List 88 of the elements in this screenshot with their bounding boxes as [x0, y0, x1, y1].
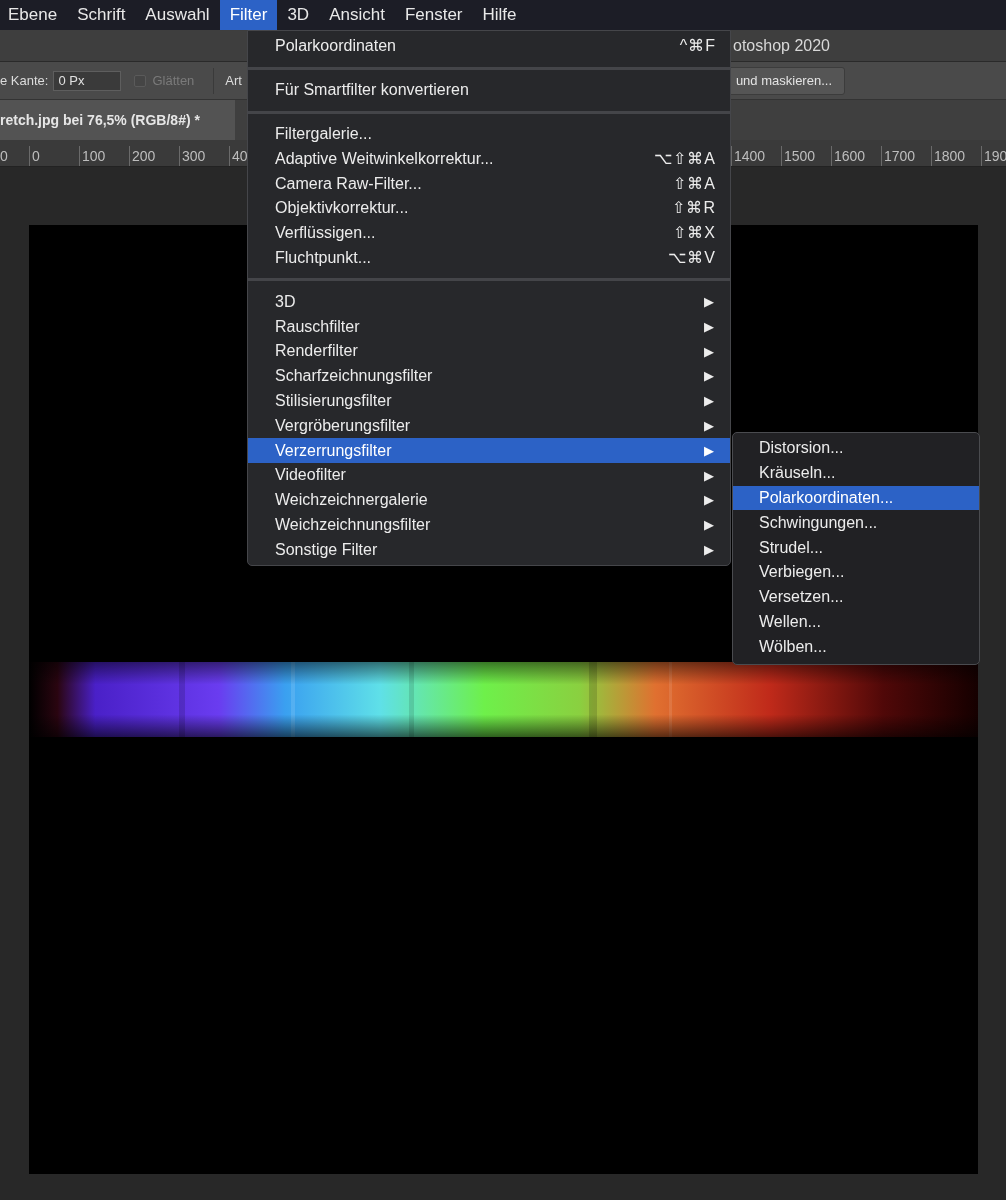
- menu-item[interactable]: Stilisierungsfilter ▶: [248, 388, 730, 414]
- ruler-label: 1800: [934, 148, 966, 164]
- menu-item-label: Camera Raw-Filter...: [275, 173, 423, 194]
- menu-item[interactable]: Rauschfilter ▶: [248, 314, 730, 339]
- menu-item-label: Scharfzeichnungsfilter: [275, 366, 434, 387]
- menu-item-label: Fluchtpunkt...: [275, 247, 373, 268]
- submenu-item[interactable]: Wellen...: [733, 609, 979, 635]
- ruler-label: 0: [0, 148, 8, 164]
- menu-item-label: Vergröberungsfilter: [275, 415, 412, 436]
- submenu-arrow-icon: ▶: [704, 490, 716, 510]
- menu-item-label: Renderfilter: [275, 341, 359, 362]
- menu-item[interactable]: Verzerrungsfilter ▶: [248, 438, 730, 463]
- menu-bar-item[interactable]: Ansicht: [319, 0, 395, 30]
- menu-item[interactable]: Weichzeichnungsfilter ▶: [248, 512, 730, 538]
- menu-item[interactable]: Videofilter ▶: [248, 462, 730, 488]
- menu-item-label: Filtergalerie...: [275, 124, 373, 144]
- menu-item[interactable]: Fluchtpunkt... ⌥⌘V: [248, 245, 730, 271]
- shortcut-label: ⇧⌘A: [673, 173, 716, 194]
- menu-item-label: Adaptive Weitwinkelkorrektur...: [275, 148, 495, 169]
- ruler-label: 1700: [884, 148, 916, 164]
- ruler-label: 40: [232, 148, 248, 164]
- menu-item-label: Für Smartfilter konvertieren: [275, 80, 470, 101]
- submenu-arrow-icon: ▶: [704, 540, 716, 560]
- submenu-item[interactable]: Wölben...: [733, 634, 979, 660]
- field-label: e Kante:: [0, 71, 49, 90]
- submenu-arrow-icon: ▶: [704, 366, 716, 386]
- submenu-item[interactable]: Polarkoordinaten...: [733, 485, 979, 511]
- shortcut-label: ⌥⌘V: [668, 247, 716, 268]
- ruler-label: 200: [132, 148, 156, 164]
- ruler-label: 300: [182, 148, 206, 164]
- menu-bar-item[interactable]: Schrift: [67, 0, 136, 30]
- ruler-label: 100: [82, 148, 106, 164]
- field-label: Art: [225, 71, 242, 90]
- menu-item-label: Verzerrungsfilter: [275, 440, 393, 461]
- menu-item[interactable]: Objektivkorrektur... ⇧⌘R: [248, 196, 730, 221]
- menu-item[interactable]: 3D ▶: [248, 289, 730, 315]
- submenu-arrow-icon: ▶: [704, 465, 716, 486]
- submenu-arrow-icon: ▶: [704, 440, 716, 461]
- menu-item-label: Stilisierungsfilter: [275, 390, 393, 411]
- shortcut-label: ⇧⌘R: [672, 198, 716, 219]
- shortcut-label: ⇧⌘X: [673, 223, 716, 244]
- submenu-item[interactable]: Versetzen...: [733, 584, 979, 610]
- menu-item-label: Weichzeichnergalerie: [275, 490, 429, 511]
- submenu-item[interactable]: Schwingungen...: [733, 510, 979, 536]
- menu-item-label: 3D: [275, 291, 297, 312]
- submenu-arrow-icon: ▶: [704, 341, 716, 362]
- menu-item-label: Objektivkorrektur...: [275, 198, 410, 219]
- ruler-label: 0: [32, 148, 40, 164]
- submenu-arrow-icon: ▶: [704, 515, 716, 535]
- menu-item[interactable]: Scharfzeichnungsfilter ▶: [248, 363, 730, 389]
- edge-input[interactable]: 0 Px: [53, 70, 122, 91]
- submenu-item[interactable]: Distorsion...: [733, 436, 979, 461]
- menu-item[interactable]: Vergröberungsfilter ▶: [248, 413, 730, 439]
- submenu-arrow-icon: ▶: [704, 316, 716, 337]
- menu-bar-item[interactable]: 3D: [277, 0, 320, 30]
- menu-bar-item[interactable]: Ebene: [0, 0, 68, 30]
- submenu-arrow-icon: ▶: [704, 416, 716, 436]
- ruler-label: 1600: [834, 148, 866, 164]
- menu-item[interactable]: Verflüssigen... ⇧⌘X: [248, 220, 730, 246]
- menu-item[interactable]: Sonstige Filter ▶: [248, 537, 730, 563]
- menu-item-label: Rauschfilter: [275, 316, 361, 337]
- submenu-item[interactable]: Strudel...: [733, 535, 979, 560]
- menu-item-label: Sonstige Filter: [275, 539, 379, 560]
- submenu-item[interactable]: Kräuseln...: [733, 460, 979, 486]
- document-tab[interactable]: retch.jpg bei 76,5% (RGB/8#) *: [0, 100, 235, 140]
- menu-bar-item[interactable]: Filter: [219, 0, 278, 30]
- menu-item-label: Verflüssigen...: [275, 223, 377, 244]
- submenu-item[interactable]: Verbiegen...: [733, 560, 979, 585]
- menu-item-label: Weichzeichnungsfilter: [275, 514, 432, 535]
- menu-item[interactable]: Filtergalerie...: [248, 121, 730, 147]
- ruler-label: 1400: [734, 148, 766, 164]
- menu-item-label: Videofilter: [275, 465, 347, 486]
- shortcut-label: ^⌘F: [679, 36, 716, 57]
- window-title: otoshop 2020: [733, 35, 830, 56]
- shortcut-label: ⌥⇧⌘A: [654, 148, 716, 169]
- menu-item[interactable]: Polarkoordinaten ^⌘F: [248, 34, 730, 59]
- submenu-arrow-icon: ▶: [704, 391, 716, 411]
- menu-item[interactable]: Camera Raw-Filter... ⇧⌘A: [248, 171, 730, 196]
- menu-bar-item[interactable]: Hilfe: [472, 0, 527, 30]
- menu-bar-item[interactable]: Auswahl: [135, 0, 220, 30]
- menu-item[interactable]: Adaptive Weitwinkelkorrektur... ⌥⇧⌘A: [248, 146, 730, 172]
- menu-item[interactable]: Renderfilter ▶: [248, 338, 730, 364]
- ruler-label: 1500: [784, 148, 816, 164]
- menu-item-label: Polarkoordinaten: [275, 36, 397, 57]
- menu-item[interactable]: Weichzeichnergalerie ▶: [248, 487, 730, 513]
- menu-bar-item[interactable]: Fenster: [394, 0, 473, 30]
- submenu-arrow-icon: ▶: [704, 292, 716, 312]
- ruler-label: 190: [984, 148, 1006, 164]
